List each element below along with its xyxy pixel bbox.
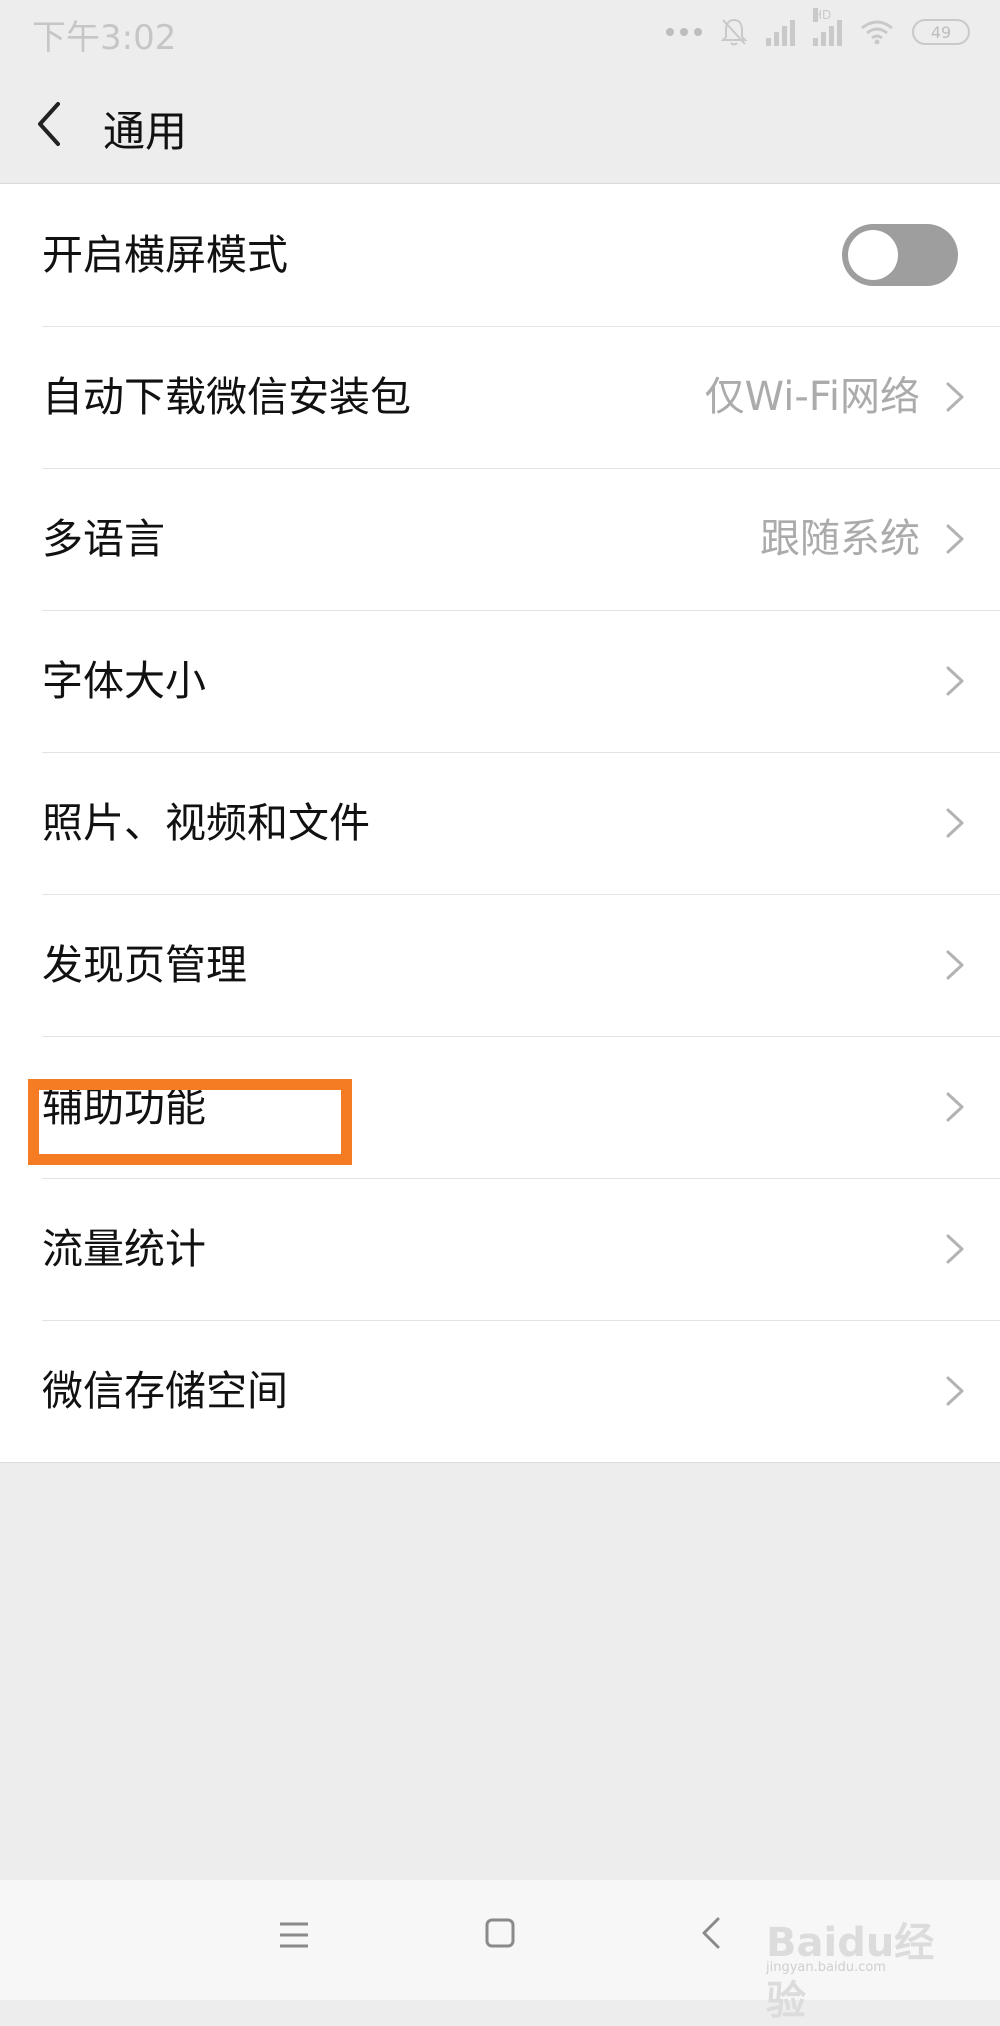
setting-landscape-mode[interactable]: 开启横屏模式: [0, 184, 1000, 326]
battery-level: 49: [930, 22, 952, 42]
signal-hd-icon: HD: [813, 8, 842, 46]
setting-label: 微信存储空间: [42, 1367, 288, 1415]
setting-discover-page[interactable]: 发现页管理: [0, 894, 1000, 1036]
chevron-right-icon: [946, 382, 964, 412]
setting-label: 发现页管理: [42, 941, 247, 989]
page-title: 通用: [103, 107, 188, 156]
baidu-watermark: Baidu经验 jingyan.baidu.com: [766, 1910, 966, 2024]
signal-icon: [766, 18, 795, 46]
hd-label: HD: [813, 8, 832, 22]
back-button[interactable]: [30, 94, 90, 154]
setting-language[interactable]: 多语言 跟随系统: [0, 468, 1000, 610]
more-dots-icon: [666, 28, 702, 36]
chevron-right-icon: [946, 1376, 964, 1406]
top-bar: 通用: [0, 62, 1000, 184]
setting-font-size[interactable]: 字体大小: [0, 610, 1000, 752]
setting-label: 自动下载微信安装包: [42, 373, 411, 421]
chevron-right-icon: [946, 524, 964, 554]
watermark-url: jingyan.baidu.com: [766, 1960, 886, 1975]
chevron-right-icon: [946, 1092, 964, 1122]
setting-storage[interactable]: 微信存储空间: [0, 1320, 1000, 1462]
chevron-right-icon: [946, 666, 964, 696]
toggle-knob: [848, 230, 898, 280]
status-bar: 下午3:02 HD 49: [0, 0, 1000, 62]
setting-label: 流量统计: [42, 1225, 206, 1273]
setting-value: 跟随系统: [760, 516, 920, 562]
setting-accessibility[interactable]: 辅助功能: [0, 1036, 1000, 1178]
battery-icon: 49: [912, 19, 970, 45]
setting-label: 辅助功能: [42, 1083, 206, 1131]
chevron-right-icon: [946, 808, 964, 838]
settings-list: 开启横屏模式 自动下载微信安装包 仅Wi-Fi网络 多语言 跟随系统 字体大小 …: [0, 184, 1000, 1463]
setting-label: 多语言: [42, 515, 165, 563]
wifi-icon: [861, 20, 893, 45]
setting-label: 字体大小: [42, 657, 206, 705]
setting-data-usage[interactable]: 流量统计: [0, 1178, 1000, 1320]
status-icons: HD 49: [666, 8, 970, 50]
setting-label: 开启横屏模式: [42, 231, 288, 279]
menu-icon[interactable]: [278, 1920, 310, 1950]
setting-media-files[interactable]: 照片、视频和文件: [0, 752, 1000, 894]
bell-muted-icon: [720, 18, 748, 46]
system-nav-bar: Baidu经验 jingyan.baidu.com: [0, 1880, 1000, 2024]
setting-auto-download[interactable]: 自动下载微信安装包 仅Wi-Fi网络: [0, 326, 1000, 468]
status-time: 下午3:02: [32, 18, 177, 58]
setting-value: 仅Wi-Fi网络: [704, 374, 920, 420]
landscape-toggle[interactable]: [842, 224, 958, 286]
chevron-right-icon: [946, 950, 964, 980]
chevron-right-icon: [946, 1234, 964, 1264]
home-icon[interactable]: [484, 1917, 516, 1949]
back-arrow-icon: [38, 102, 60, 146]
nav-back-icon[interactable]: [700, 1916, 722, 1950]
setting-label: 照片、视频和文件: [42, 799, 370, 847]
